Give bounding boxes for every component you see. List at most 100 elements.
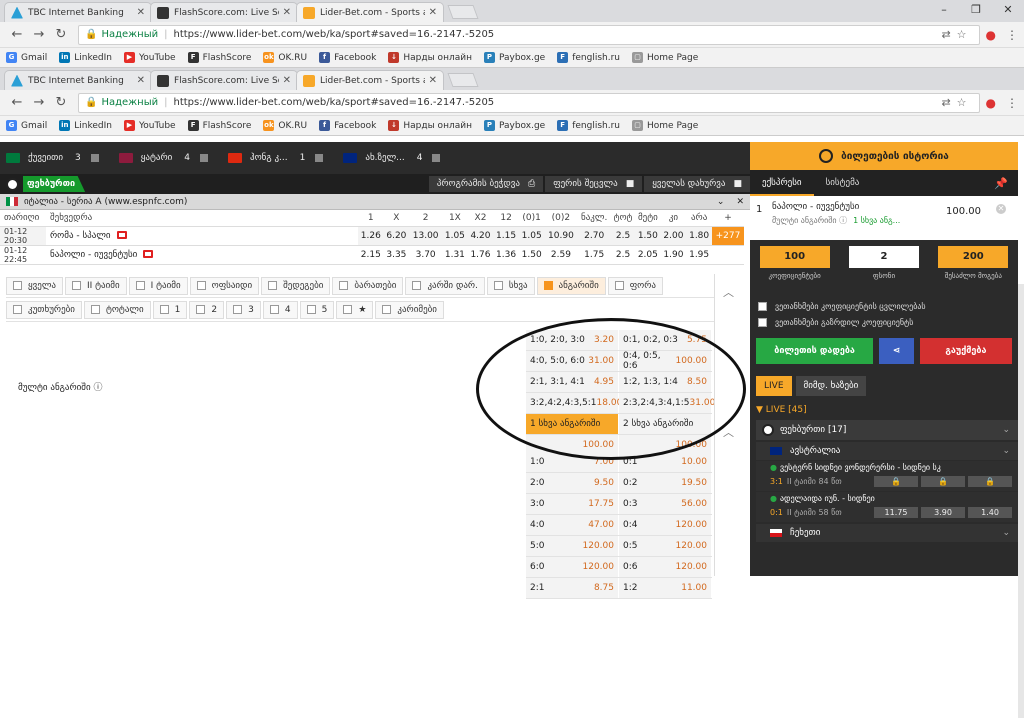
country-filter[interactable]: ახ.ზელ... 4 (343, 153, 441, 163)
odd-cell[interactable]: 1:0, 2:0, 3:0 3.20 (526, 330, 619, 350)
bookmark-item[interactable]: f Facebook (319, 120, 376, 131)
menu-icon[interactable]: ⋮ (1006, 96, 1018, 110)
markets-scrollbar[interactable]: ︿ ︿ (714, 274, 742, 576)
odd-cell[interactable]: 1.50 (635, 226, 661, 246)
odd-cell[interactable]: 1.75 (577, 245, 611, 265)
chevron-down-icon[interactable]: ⌄ (1002, 528, 1010, 538)
back-icon[interactable]: ← (6, 95, 28, 110)
odd-cell[interactable]: 0:4, 0:5, 0:6 100.00 (619, 351, 712, 371)
odd-cell[interactable]: 0:1, 0:2, 0:3 5.75 (619, 330, 712, 350)
bookmark-item[interactable]: G Gmail (6, 120, 47, 131)
bookmark-item[interactable]: ▢ Home Page (632, 120, 698, 131)
checkbox[interactable] (90, 305, 100, 314)
bookmark-item[interactable]: G Gmail (6, 52, 47, 63)
filter-tab[interactable]: 5 (299, 300, 335, 319)
checkbox[interactable] (233, 305, 243, 314)
change-color-button[interactable]: ფერის შეცვლა ■ (545, 176, 643, 192)
filter-tab[interactable]: ბარათები (332, 276, 404, 295)
filter-tab[interactable]: ანგარიში (536, 276, 606, 295)
filter-tab[interactable]: ოფსაიდი (189, 276, 260, 295)
live-sport-row[interactable]: ფეხბურთი [17] ⌄ (756, 420, 1018, 440)
checkbox[interactable] (159, 305, 169, 314)
odd-x[interactable]: 3.90 (921, 507, 965, 518)
close-icon[interactable]: ✕ (283, 75, 291, 86)
bookmark-item[interactable]: ↓ Нарды онлайн (388, 120, 472, 131)
url-text[interactable]: https://www.lider-bet.com/web/ka/sport#s… (173, 97, 494, 108)
accept-increase-option[interactable]: ვეთანხმები გაზრდილ კოეფიციენტს (750, 314, 1018, 330)
odd-cell[interactable]: 3.35 (383, 245, 410, 265)
filter-tab[interactable]: კუთხურები (6, 300, 82, 319)
share-button[interactable]: ⋖ (879, 338, 914, 364)
checkbox[interactable] (72, 281, 81, 290)
odd-cell[interactable]: 0:3 56.00 (619, 494, 712, 514)
remove-icon[interactable]: ✕ (996, 204, 1006, 214)
bookmark-item[interactable]: F FlashScore (187, 52, 251, 63)
close-icon[interactable]: ✕ (736, 197, 744, 207)
close-icon[interactable]: ✕ (429, 7, 437, 18)
bookmark-item[interactable]: ↓ Нарды онлайн (388, 52, 472, 63)
filter-tab[interactable]: ★ (336, 300, 374, 319)
odd-cell[interactable]: 3.70 (409, 245, 443, 265)
browser-tab-flashscore[interactable]: FlashScore.com: Live Soc ✕ (150, 2, 298, 22)
browser-tab-tbc[interactable]: TBC Internet Banking ✕ (4, 70, 152, 90)
close-all-button[interactable]: ყველას დახურვა ■ (644, 176, 750, 192)
filter-tab[interactable]: კარიმები (375, 300, 444, 319)
odd-cell[interactable]: 0:2 19.50 (619, 473, 712, 493)
tab-system[interactable]: სისტემა (814, 170, 872, 196)
odd-1[interactable]: 11.75 (874, 507, 918, 518)
reload-icon[interactable]: ↻ (50, 27, 72, 42)
url-text[interactable]: https://www.lider-bet.com/web/ka/sport#s… (173, 29, 494, 40)
odd-cell[interactable]: 0:4 120.00 (619, 515, 712, 535)
checkbox[interactable] (315, 154, 324, 162)
bet-history-button[interactable]: ბილეთების ისტორია (750, 142, 1018, 170)
bookmark-item[interactable]: F FlashScore (187, 120, 251, 131)
bookmark-item[interactable]: ok OK.RU (263, 120, 307, 131)
odd-cell[interactable]: 3:2,4:2,4:3,5:1 18.00 (526, 393, 622, 413)
tab-live[interactable]: LIVE (756, 376, 792, 396)
odd-cell[interactable]: 1:0 7.00 (526, 452, 619, 472)
odd-cell[interactable]: 2:1, 3:1, 4:1 4.95 (526, 372, 619, 392)
filter-tab[interactable]: 2 (189, 300, 225, 319)
new-tab-button[interactable] (447, 5, 479, 19)
odd-cell[interactable]: 1:2 11.00 (619, 578, 712, 598)
odd-cell[interactable]: 2 სხვა ანგარიში (619, 414, 712, 434)
checkbox[interactable] (412, 281, 422, 290)
address-bar[interactable]: 🔒 Надежный | https://www.lider-bet.com/w… (78, 92, 980, 113)
live-country-row[interactable]: ჩეხეთი ⌄ (756, 524, 1018, 542)
odd-cell[interactable]: 2.00 (660, 226, 687, 246)
browser-tab-tbc[interactable]: TBC Internet Banking ✕ (4, 2, 152, 22)
place-bet-button[interactable]: ბილეთის დადება (756, 338, 874, 364)
more-markets-button[interactable]: +277 (712, 226, 744, 246)
odd-cell[interactable]: 1:2, 1:3, 1:4 8.50 (619, 372, 712, 392)
close-window-icon[interactable]: ✕ (992, 0, 1024, 22)
league-header[interactable]: იტალია - სერია A (www.espnfc.com) ⌄ ✕ (0, 194, 750, 210)
filter-tab[interactable]: შედეგები (261, 276, 331, 295)
chevron-up-icon[interactable]: ︿ (715, 424, 742, 440)
stake-input[interactable]: 2 (848, 246, 919, 268)
odd-2[interactable]: 1.40 (968, 507, 1012, 518)
menu-icon[interactable]: ⋮ (1006, 28, 1018, 42)
filter-tab[interactable]: ფორა (607, 276, 663, 295)
match-name[interactable]: ნაპოლი - იუვენტუსი (46, 245, 358, 265)
odd-cell[interactable]: 5:0 120.00 (526, 536, 619, 556)
country-filter[interactable]: ქუვეითი 3 (6, 153, 99, 163)
pin-icon[interactable]: 📌 (994, 177, 1008, 190)
chevron-down-icon[interactable]: ⌄ (1002, 446, 1010, 456)
tab-upcoming[interactable]: მიმდ. ხაზები (795, 376, 867, 396)
table-row[interactable]: 01-12 20:30 რომა - სპალი 1.26 6.20 13.00 1.05… (0, 226, 744, 246)
odd-cell[interactable]: 1.50 (518, 245, 545, 265)
odd-cell[interactable]: 4:0 47.00 (526, 515, 619, 535)
bookmark-item[interactable]: in LinkedIn (59, 120, 112, 131)
close-icon[interactable]: ✕ (137, 75, 145, 86)
extension-icon[interactable]: ● (986, 96, 996, 110)
checkbox[interactable] (268, 281, 278, 290)
odd-cell[interactable]: 10.90 (544, 226, 578, 246)
country-filter[interactable]: ყატარი 4 (118, 153, 209, 163)
table-row[interactable]: 01-12 22:45 ნაპოლი - იუვენტუსი 2.15 3.35 3.7… (0, 245, 744, 265)
odd-cell[interactable]: 1.05 (442, 226, 468, 246)
close-icon[interactable]: ✕ (283, 7, 291, 18)
bookmark-item[interactable]: Ffenglish.ru (557, 52, 620, 63)
filter-tab[interactable]: ყველა (6, 276, 63, 295)
checkbox[interactable] (614, 281, 624, 290)
checkbox[interactable] (543, 281, 553, 290)
